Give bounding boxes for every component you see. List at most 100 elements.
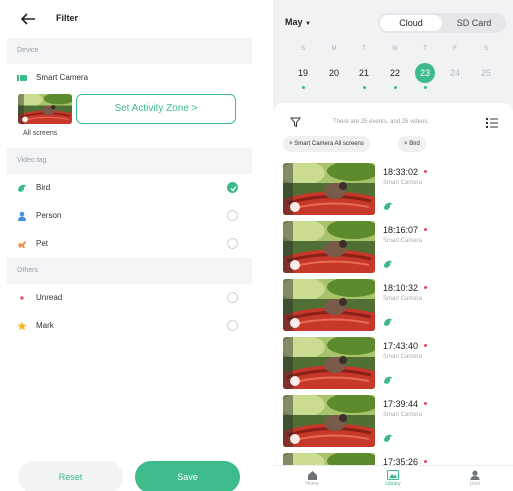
chip-label: Bird: [409, 141, 420, 147]
event-thumbnail[interactable]: [283, 163, 375, 215]
event-source: Smart Camera: [383, 412, 423, 418]
library-icon: [387, 470, 399, 480]
event-source: Smart Camera: [383, 296, 423, 302]
tag-row-pet[interactable]: Pet: [7, 230, 252, 258]
nav-home[interactable]: Home: [287, 470, 337, 487]
star-icon: [17, 321, 27, 331]
event-time: 18:33:02: [383, 167, 419, 177]
date-21[interactable]: 21: [354, 68, 374, 78]
device-row[interactable]: Smart Camera: [7, 64, 252, 92]
event-thumbnail[interactable]: [283, 279, 375, 331]
event-item[interactable]: 18:10:32 Smart Camera: [283, 279, 513, 336]
date-22[interactable]: 22: [385, 68, 405, 78]
event-item[interactable]: 18:33:02 Smart Camera: [283, 163, 513, 220]
event-thumbnail[interactable]: [283, 337, 375, 389]
weekday-label: T: [362, 46, 366, 52]
nav-label: Library: [385, 481, 401, 487]
unread-checkbox[interactable]: [227, 292, 238, 303]
nav-label: User: [469, 481, 481, 487]
date-19[interactable]: 19: [293, 68, 313, 78]
month-selector[interactable]: May ▼: [285, 17, 311, 27]
list-view-icon[interactable]: [486, 117, 498, 128]
tab-sd-card[interactable]: SD Card: [444, 15, 504, 31]
bird-icon: [383, 201, 393, 211]
weekday-label: F: [453, 46, 457, 52]
other-row-unread[interactable]: Unread: [7, 284, 252, 312]
mark-checkbox[interactable]: [227, 320, 238, 331]
person-checkbox[interactable]: [227, 210, 238, 221]
weekday-label: T: [423, 46, 427, 52]
tag-label: Bird: [36, 183, 51, 192]
save-button[interactable]: Save: [135, 461, 240, 491]
event-time: 18:10:32: [383, 283, 419, 293]
back-arrow-icon[interactable]: [20, 12, 36, 26]
bottom-nav: Home Library User: [273, 465, 513, 491]
filter-panel: Filter Device Smart Camera Set Activity …: [0, 0, 252, 491]
person-icon: [18, 211, 26, 221]
event-indicator-dot: [394, 86, 397, 89]
section-header-others: Others: [7, 258, 252, 284]
tag-row-bird[interactable]: Bird: [7, 174, 252, 202]
event-list-card: There are 25 events, and 25 videos. × Sm…: [273, 103, 513, 491]
other-label: Unread: [36, 293, 63, 302]
unread-dot: [424, 286, 427, 289]
tab-cloud[interactable]: Cloud: [380, 15, 442, 31]
storage-toggle: Cloud SD Card: [378, 13, 506, 33]
date-20[interactable]: 20: [324, 68, 344, 78]
date-24[interactable]: 24: [445, 68, 465, 78]
event-indicator-dot: [302, 86, 305, 89]
filter-icon[interactable]: [290, 117, 301, 128]
bird-icon: [383, 433, 393, 443]
set-activity-zone-button[interactable]: Set Activity Zone >: [76, 94, 236, 124]
event-thumbnail[interactable]: [283, 395, 375, 447]
event-summary: There are 25 events, and 25 videos.: [333, 119, 430, 125]
tag-row-person[interactable]: Person: [7, 202, 252, 230]
event-source: Smart Camera: [383, 180, 423, 186]
event-time: 17:39:44: [383, 399, 419, 409]
nav-library[interactable]: Library: [368, 470, 418, 487]
filter-header: Filter: [0, 0, 252, 38]
nav-user[interactable]: User: [450, 470, 500, 487]
event-thumbnail[interactable]: [283, 221, 375, 273]
close-icon[interactable]: ×: [404, 141, 408, 147]
page-title: Filter: [56, 13, 79, 23]
date-23[interactable]: 23: [415, 68, 435, 78]
screenshot-root: Filter Device Smart Camera Set Activity …: [0, 0, 513, 491]
unread-dot: [424, 170, 427, 173]
event-indicator-dot: [363, 86, 366, 89]
chip-label: Smart Camera All screens: [294, 141, 364, 147]
event-item[interactable]: 18:16:07 Smart Camera: [283, 221, 513, 278]
filter-chip[interactable]: × Bird: [398, 136, 426, 152]
pet-checkbox[interactable]: [227, 238, 238, 249]
user-icon: [470, 470, 480, 480]
event-source: Smart Camera: [383, 238, 423, 244]
unread-dot: [424, 344, 427, 347]
event-item[interactable]: 17:43:40 Smart Camera: [283, 337, 513, 394]
event-indicator-dot: [424, 86, 427, 89]
unread-dot: [424, 228, 427, 231]
bird-icon: [383, 259, 393, 269]
section-header-video-tag: Video tag: [7, 148, 252, 174]
reset-button[interactable]: Reset: [18, 461, 123, 491]
all-screens-label: All screens: [23, 130, 58, 137]
section-header-device: Device: [7, 38, 252, 64]
weekday-label: S: [300, 46, 305, 52]
month-label: May: [285, 17, 303, 27]
event-time: 17:43:40: [383, 341, 419, 351]
weekday-label: M: [331, 46, 337, 52]
tag-label: Pet: [36, 239, 49, 248]
date-25[interactable]: 25: [476, 68, 496, 78]
tag-label: Person: [36, 211, 62, 220]
device-name: Smart Camera: [36, 73, 89, 82]
event-source: Smart Camera: [383, 354, 423, 360]
weekday-label: S: [483, 46, 488, 52]
bird-checkbox[interactable]: [227, 182, 238, 193]
event-time: 18:16:07: [383, 225, 419, 235]
library-panel: May ▼ Cloud SD Card S M T W T F S 19 20 …: [273, 0, 513, 491]
event-item[interactable]: 17:39:44 Smart Camera: [283, 395, 513, 452]
other-row-mark[interactable]: Mark: [7, 312, 252, 340]
unread-dot: [424, 402, 427, 405]
close-icon[interactable]: ×: [289, 141, 293, 147]
filter-chip[interactable]: × Smart Camera All screens: [283, 136, 370, 152]
weekday-label: W: [392, 46, 398, 52]
